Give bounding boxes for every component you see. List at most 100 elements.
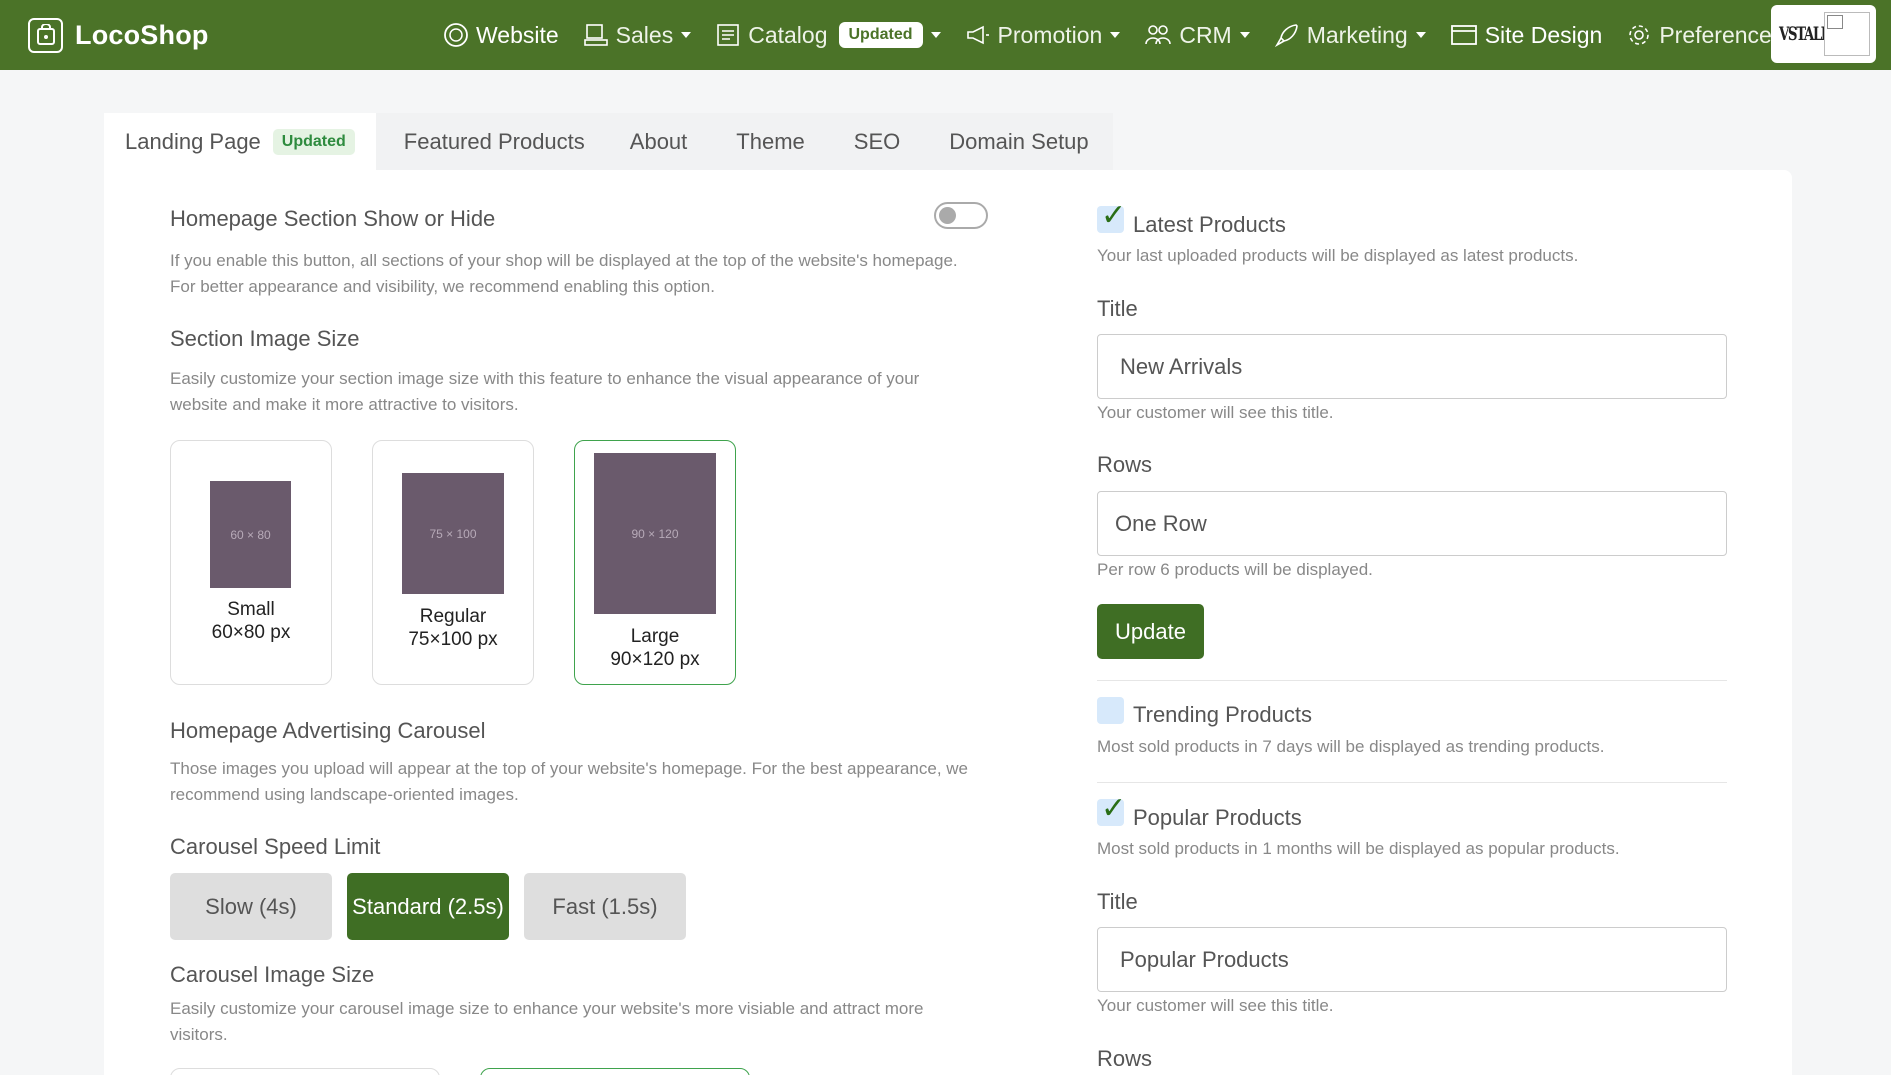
popular-rows-label: Rows: [1097, 1046, 1153, 1071]
updated-badge: Updated: [838, 22, 923, 48]
tab-theme[interactable]: Theme: [708, 113, 826, 170]
tab-about[interactable]: About: [605, 113, 709, 170]
nav-site-design-label: Site Design: [1484, 21, 1603, 48]
carousel-desc-1: Those images you upload will appear at t…: [170, 759, 969, 778]
carousel-speed-title: Carousel Speed Limit: [170, 834, 381, 859]
tab-domain-setup-label: Domain Setup: [949, 128, 1089, 154]
tab-featured-products-label: Featured Products: [403, 128, 585, 154]
latest-title-label: Title: [1097, 296, 1138, 321]
shop-bag-icon: [28, 17, 63, 53]
nav-sales[interactable]: Sales: [583, 22, 692, 49]
nav-promotion[interactable]: Promotion: [965, 22, 1121, 49]
size-option-regular[interactable]: 75 × 100 Regular 75×100 px: [372, 440, 534, 685]
latest-rows-label: Rows: [1097, 452, 1153, 477]
update-button[interactable]: Update: [1097, 604, 1204, 659]
latest-products-desc: Your last uploaded products will be disp…: [1097, 246, 1579, 265]
latest-title-input[interactable]: New Arrivals: [1097, 334, 1727, 399]
catalog-icon: [717, 24, 740, 46]
gear-icon: [1629, 25, 1650, 45]
tab-about-label: About: [629, 128, 688, 154]
size-option-dims: 90×120 px: [610, 649, 700, 670]
thumb-placeholder: 90 × 120: [594, 453, 716, 614]
carousel-image-desc-1: Easily customize your carousel image siz…: [170, 999, 924, 1018]
chevron-down-icon: [1239, 32, 1250, 38]
section-image-desc-1: Easily customize your section image size…: [170, 369, 920, 388]
latest-rows-select[interactable]: One Row: [1097, 491, 1727, 556]
updated-badge: Updated: [272, 128, 355, 155]
broken-image-icon: [1824, 12, 1870, 56]
size-option-large[interactable]: 90 × 120 Large 90×120 px: [574, 440, 736, 685]
size-option-dims: 75×100 px: [408, 629, 498, 650]
window-icon: [1450, 25, 1477, 45]
globe-icon: [444, 23, 468, 47]
carousel-desc-2: recommend using landscape-oriented image…: [170, 785, 519, 804]
section-toggle-desc-2: For better appearance and visibility, we…: [170, 277, 715, 296]
latest-products-checkbox[interactable]: [1097, 198, 1126, 233]
chevron-down-icon: [681, 32, 692, 38]
section-image-desc-2: website and make it more attractive to v…: [170, 395, 519, 414]
tab-seo[interactable]: SEO: [825, 113, 922, 170]
trending-products-checkbox[interactable]: [1097, 697, 1124, 724]
popular-title-hint: Your customer will see this title.: [1097, 996, 1334, 1015]
main-nav: Website Sales Catalog Updated Promotion …: [443, 14, 1807, 56]
nav-sales-label: Sales: [615, 21, 674, 48]
speed-fast-button[interactable]: Fast (1.5s): [524, 873, 686, 940]
latest-rows-hint: Per row 6 products will be displayed.: [1097, 560, 1373, 579]
top-navbar: LocoShop Website Sales Catalog Updated P…: [0, 0, 1891, 70]
nav-preferences-label: Preferences: [1659, 21, 1784, 48]
carousel-size-option[interactable]: [170, 1068, 440, 1075]
carousel-image-desc-2: visitors.: [170, 1025, 228, 1044]
brand-logo[interactable]: LocoShop: [28, 17, 209, 53]
carousel-image-size-title: Carousel Image Size: [170, 962, 375, 987]
chevron-down-icon: [1110, 32, 1121, 38]
megaphone-icon: [966, 25, 989, 45]
nav-catalog-label: Catalog: [748, 21, 828, 48]
speed-standard-button[interactable]: Standard (2.5s): [347, 873, 509, 940]
tab-landing-page[interactable]: Landing Page Updated: [104, 113, 376, 170]
register-icon: [583, 24, 608, 46]
carousel-size-option[interactable]: [480, 1068, 750, 1075]
latest-products-label: Latest Products: [1133, 212, 1286, 237]
speed-slow-button[interactable]: Slow (4s): [170, 873, 332, 940]
nav-catalog[interactable]: Catalog Updated: [715, 21, 941, 49]
tab-seo-label: SEO: [853, 128, 901, 154]
divider: [1097, 680, 1727, 681]
size-option-small[interactable]: 60 × 80 Small 60×80 px: [170, 440, 332, 685]
carousel-title: Homepage Advertising Carousel: [170, 718, 486, 743]
tab-theme-label: Theme: [736, 128, 805, 154]
tab-landing-page-label: Landing Page: [125, 128, 261, 154]
settings-tabs: Landing Page Updated Featured Products A…: [104, 113, 1113, 170]
nav-marketing[interactable]: Marketing: [1274, 22, 1426, 49]
section-toggle-title: Homepage Section Show or Hide: [170, 206, 496, 231]
size-option-name: Small: [227, 599, 275, 620]
popular-products-desc: Most sold products in 1 months will be d…: [1097, 839, 1620, 858]
popular-title-input[interactable]: Popular Products: [1097, 927, 1727, 992]
popular-products-label: Popular Products: [1133, 805, 1302, 830]
users-icon: [1145, 25, 1172, 45]
popular-products-checkbox[interactable]: [1097, 791, 1126, 826]
nav-crm-label: CRM: [1179, 21, 1232, 48]
nav-crm[interactable]: CRM: [1144, 21, 1250, 49]
user-avatar[interactable]: VSTALIA: [1771, 5, 1876, 63]
nav-preferences[interactable]: Preferences: [1626, 22, 1783, 49]
brand-name: LocoShop: [75, 19, 209, 50]
trending-products-desc: Most sold products in 7 days will be dis…: [1097, 737, 1605, 756]
trending-products-label: Trending Products: [1133, 702, 1312, 727]
nav-website[interactable]: Website: [443, 22, 559, 49]
popular-title-label: Title: [1097, 889, 1138, 914]
nav-site-design[interactable]: Site Design: [1450, 21, 1603, 49]
size-option-dims: 60×80 px: [211, 622, 291, 643]
latest-title-hint: Your customer will see this title.: [1097, 403, 1334, 422]
section-visibility-toggle[interactable]: [934, 202, 988, 229]
nav-promotion-label: Promotion: [997, 21, 1103, 48]
thumb-placeholder: 75 × 100: [402, 473, 504, 594]
size-option-name: Large: [630, 626, 680, 647]
section-toggle-desc-1: If you enable this button, all sections …: [170, 251, 958, 270]
tab-domain-setup[interactable]: Domain Setup: [921, 113, 1113, 170]
rocket-icon: [1274, 24, 1298, 48]
tab-featured-products[interactable]: Featured Products: [375, 113, 606, 170]
size-option-name: Regular: [419, 606, 487, 627]
nav-marketing-label: Marketing: [1306, 21, 1408, 48]
chevron-down-icon: [930, 32, 941, 38]
nav-website-label: Website: [476, 21, 559, 48]
